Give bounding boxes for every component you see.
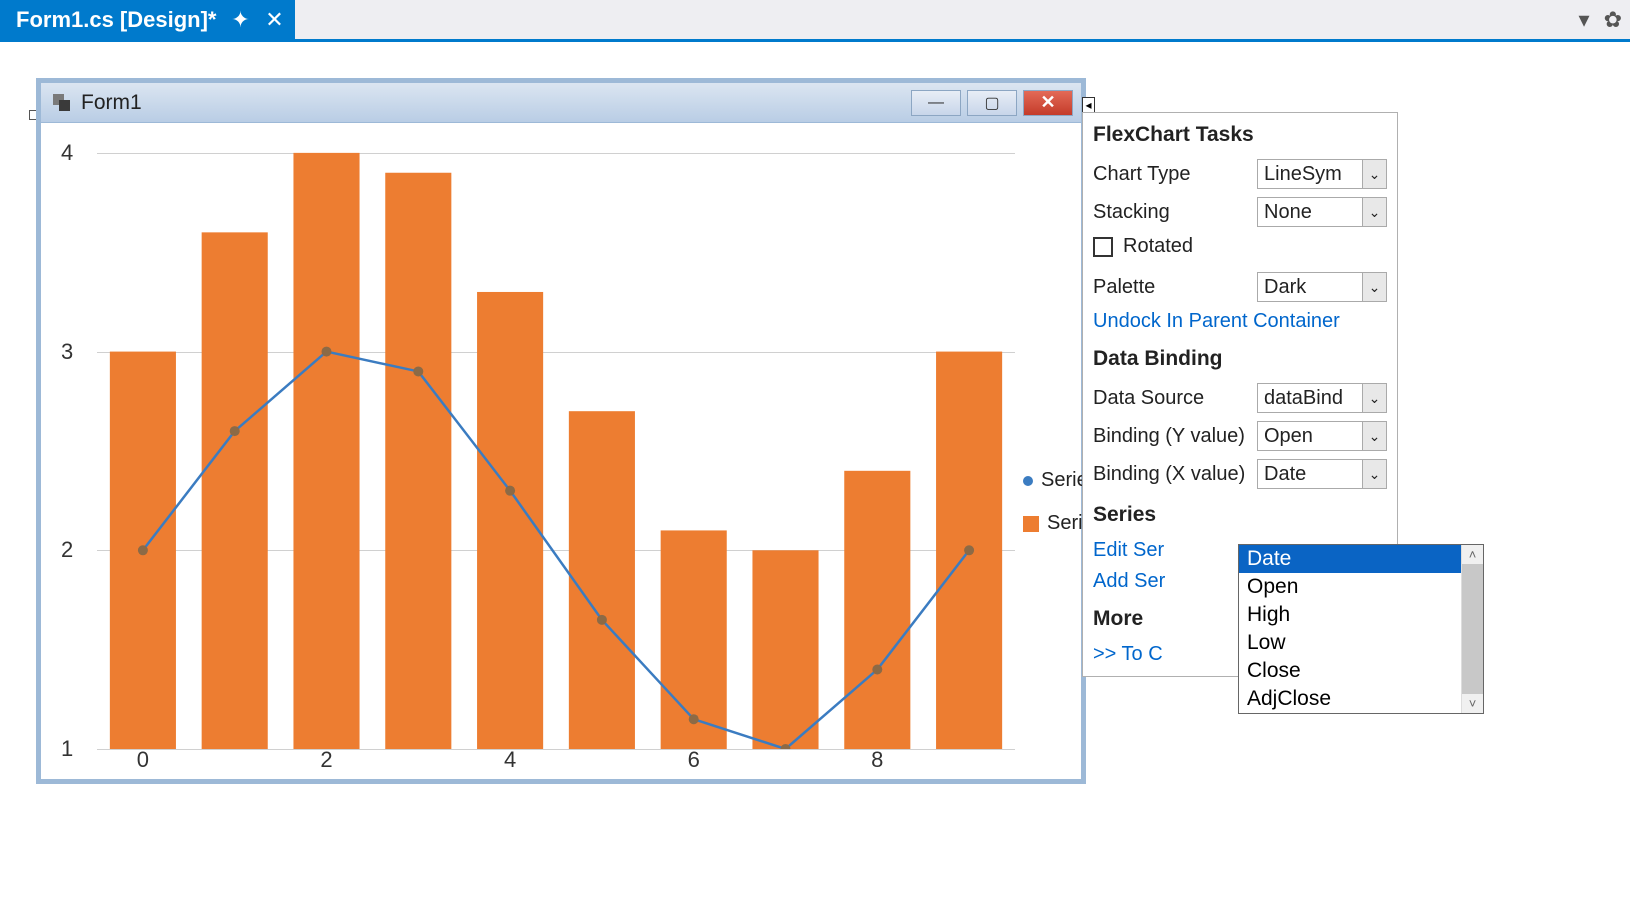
select-value: LineSym (1258, 163, 1348, 186)
y-tick-label: 1 (61, 736, 73, 762)
select-value: dataBind (1258, 387, 1349, 410)
label-data-source: Data Source (1093, 387, 1251, 410)
dropdown-option[interactable]: AdjClose (1239, 685, 1483, 713)
link-undock[interactable]: Undock In Parent Container (1083, 306, 1397, 337)
x-tick-label: 6 (688, 747, 700, 773)
gear-icon[interactable]: ✿ (1604, 7, 1622, 33)
chevron-down-icon: ⌄ (1362, 384, 1386, 412)
window-title: Form1 (81, 91, 142, 115)
select-binding-y[interactable]: Open ⌄ (1257, 421, 1387, 451)
select-value: None (1258, 201, 1318, 224)
row-binding-x: Binding (X value) Date ⌄ (1083, 455, 1397, 493)
chevron-down-icon: ⌄ (1362, 198, 1386, 226)
select-chart-type[interactable]: LineSym ⌄ (1257, 159, 1387, 189)
document-tab-strip: Form1.cs [Design]* ✦ ✕ ▾ ✿ (0, 0, 1630, 42)
binding-x-dropdown[interactable]: ˄ ˅ DateOpenHighLowCloseAdjClose (1238, 544, 1484, 714)
dropdown-option[interactable]: High (1239, 601, 1483, 629)
document-tab-active[interactable]: Form1.cs [Design]* ✦ ✕ (0, 0, 295, 39)
designer-surface: ◂ Form1 — ▢ ✕ Series 1 Series 1 (36, 78, 1096, 798)
close-x-icon: ✕ (1040, 92, 1055, 113)
scroll-up-icon[interactable]: ˄ (1469, 545, 1477, 564)
x-tick-label: 8 (871, 747, 883, 773)
minimize-icon: — (928, 94, 944, 112)
select-data-source[interactable]: dataBind ⌄ (1257, 383, 1387, 413)
legend-marker-bar (1023, 516, 1039, 532)
x-tick-label: 2 (320, 747, 332, 773)
chevron-down-icon: ⌄ (1362, 160, 1386, 188)
smart-tag-glyph[interactable]: ◂ (1082, 97, 1095, 113)
close-icon[interactable]: ✕ (265, 7, 285, 33)
select-binding-x[interactable]: Date ⌄ (1257, 459, 1387, 489)
section-series: Series (1083, 493, 1397, 535)
scroll-down-icon[interactable]: ˅ (1469, 694, 1477, 713)
plot-area (97, 133, 1015, 749)
chevron-down-icon: ⌄ (1362, 273, 1386, 301)
minimize-button[interactable]: — (911, 90, 961, 116)
y-tick-label: 3 (61, 339, 73, 365)
checkbox-rotated[interactable] (1093, 237, 1113, 257)
legend-marker-line (1021, 473, 1035, 487)
form-window[interactable]: ◂ Form1 — ▢ ✕ Series 1 Series 1 (36, 78, 1086, 784)
dropdown-option[interactable]: Date (1239, 545, 1483, 573)
task-panel-title: FlexChart Tasks (1083, 113, 1397, 155)
label-rotated: Rotated (1123, 235, 1193, 258)
window-titlebar: Form1 — ▢ ✕ (41, 83, 1081, 123)
x-tick-label: 4 (504, 747, 516, 773)
select-value: Dark (1258, 276, 1312, 299)
flexchart[interactable]: Series 1 Series 1 123402468 (41, 123, 1081, 779)
row-data-source: Data Source dataBind ⌄ (1083, 379, 1397, 417)
label-palette: Palette (1093, 276, 1251, 299)
row-stacking: Stacking None ⌄ (1083, 193, 1397, 231)
maximize-button[interactable]: ▢ (967, 90, 1017, 116)
row-rotated: Rotated (1083, 231, 1397, 268)
row-chart-type: Chart Type LineSym ⌄ (1083, 155, 1397, 193)
select-stacking[interactable]: None ⌄ (1257, 197, 1387, 227)
close-button[interactable]: ✕ (1023, 90, 1073, 116)
dropdown-option[interactable]: Open (1239, 573, 1483, 601)
select-value: Date (1258, 463, 1312, 486)
row-palette: Palette Dark ⌄ (1083, 268, 1397, 306)
x-tick-label: 0 (137, 747, 149, 773)
label-chart-type: Chart Type (1093, 163, 1251, 186)
label-binding-x: Binding (X value) (1093, 463, 1251, 486)
label-stacking: Stacking (1093, 201, 1251, 224)
chevron-down-icon: ⌄ (1362, 460, 1386, 488)
y-tick-label: 2 (61, 537, 73, 563)
document-tab-title: Form1.cs [Design]* (16, 7, 217, 33)
section-data-binding: Data Binding (1083, 337, 1397, 379)
select-value: Open (1258, 425, 1319, 448)
dropdown-option[interactable]: Low (1239, 629, 1483, 657)
dropdown-option[interactable]: Close (1239, 657, 1483, 685)
tab-overflow-icon[interactable]: ▾ (1579, 7, 1590, 33)
label-binding-y: Binding (Y value) (1093, 425, 1251, 448)
row-binding-y: Binding (Y value) Open ⌄ (1083, 417, 1397, 455)
chevron-down-icon: ⌄ (1362, 422, 1386, 450)
maximize-icon: ▢ (984, 93, 999, 113)
y-tick-label: 4 (61, 140, 73, 166)
select-palette[interactable]: Dark ⌄ (1257, 272, 1387, 302)
scroll-thumb[interactable] (1462, 564, 1483, 694)
pin-icon[interactable]: ✦ (231, 7, 251, 33)
form-icon (51, 92, 73, 114)
dropdown-scrollbar[interactable]: ˄ ˅ (1461, 545, 1483, 713)
